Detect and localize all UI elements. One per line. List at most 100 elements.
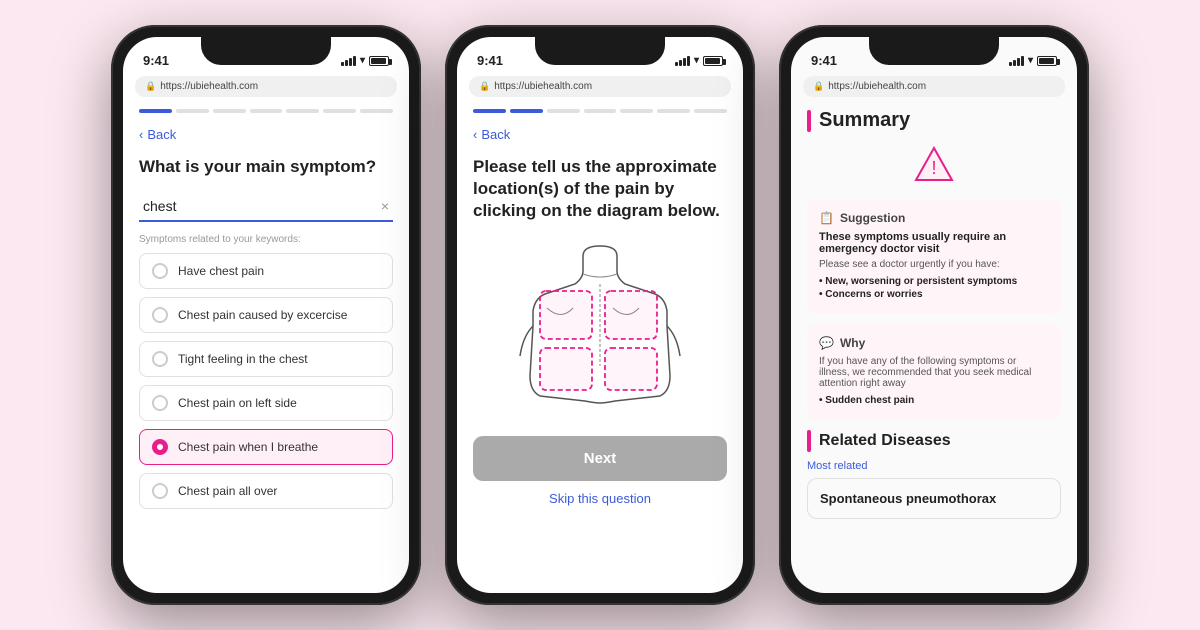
radio-left <box>152 395 168 411</box>
search-clear-1[interactable]: × <box>381 198 389 214</box>
prog-1-7 <box>360 109 393 113</box>
signal-icon-1 <box>341 56 356 66</box>
notch-3 <box>869 37 999 65</box>
option-tight-feeling[interactable]: Tight feeling in the chest <box>139 341 393 377</box>
prog-1-3 <box>213 109 246 113</box>
url-1: https://ubiehealth.com <box>160 81 258 92</box>
summary-title-text: Summary <box>819 109 910 132</box>
option-when-breathe[interactable]: Chest pain when I breathe <box>139 429 393 465</box>
screen-1-title: What is your main symptom? <box>139 156 393 178</box>
option-left-side[interactable]: Chest pain on left side <box>139 385 393 421</box>
suggestion-icon: 📋 <box>819 211 834 225</box>
disease-name-0: Spontaneous pneumothorax <box>820 491 996 506</box>
screen-2-title: Please tell us the approximate location(… <box>473 156 727 222</box>
lock-icon-3: 🔒 <box>813 81 824 92</box>
search-input-1[interactable]: chest <box>143 198 381 214</box>
battery-icon-1 <box>369 56 389 66</box>
suggestion-subtitle: These symptoms usually require an emerge… <box>819 231 1049 255</box>
option-label-5: Chest pain all over <box>178 484 277 498</box>
progress-bar-2 <box>473 109 727 113</box>
wifi-icon-1: ▾ <box>360 55 365 66</box>
related-diseases-title: Related Diseases <box>807 430 1061 452</box>
prog-1-2 <box>176 109 209 113</box>
suggestion-bullet-0: • New, worsening or persistent symptoms <box>819 276 1049 287</box>
phone-2: 9:41 ▾ 🔒 https://ubiehealth.com <box>445 25 755 605</box>
wifi-icon-2: ▾ <box>694 55 699 66</box>
why-bullet-0: • Sudden chest pain <box>819 395 1049 406</box>
back-label-1: Back <box>147 127 176 142</box>
skip-link[interactable]: Skip this question <box>473 491 727 506</box>
signal-icon-2 <box>675 56 690 66</box>
option-have-chest-pain[interactable]: Have chest pain <box>139 253 393 289</box>
title-bar-accent-2 <box>807 430 811 452</box>
notch-2 <box>535 37 665 65</box>
radio-all-over <box>152 483 168 499</box>
option-label-3: Chest pain on left side <box>178 396 297 410</box>
url-2: https://ubiehealth.com <box>494 81 592 92</box>
address-bar-1[interactable]: 🔒 https://ubiehealth.com <box>135 76 397 97</box>
radio-chest-exercise <box>152 307 168 323</box>
signal-icon-3 <box>1009 56 1024 66</box>
time-1: 9:41 <box>143 53 169 68</box>
prog-1-1 <box>139 109 172 113</box>
suggestion-card-title: 📋 Suggestion <box>819 211 1049 225</box>
warning-icon: ! <box>807 146 1061 189</box>
lock-icon-2: 🔒 <box>479 81 490 92</box>
back-chevron-1: ‹ <box>139 127 143 142</box>
next-button[interactable]: Next <box>473 436 727 481</box>
most-related-label: Most related <box>807 460 1061 472</box>
option-chest-pain-exercise[interactable]: Chest pain caused by excercise <box>139 297 393 333</box>
option-label-2: Tight feeling in the chest <box>178 352 308 366</box>
back-label-2: Back <box>481 127 510 142</box>
body-diagram-container[interactable] <box>473 236 727 426</box>
option-all-over[interactable]: Chest pain all over <box>139 473 393 509</box>
back-button-1[interactable]: ‹ Back <box>139 127 393 142</box>
suggestion-desc: Please see a doctor urgently if you have… <box>819 259 1049 270</box>
why-card-title: 💬 Why <box>819 336 1049 350</box>
notch-1 <box>201 37 331 65</box>
radio-tight <box>152 351 168 367</box>
back-chevron-2: ‹ <box>473 127 477 142</box>
disease-card-0[interactable]: Spontaneous pneumothorax <box>807 478 1061 519</box>
wifi-icon-3: ▾ <box>1028 55 1033 66</box>
search-box-1[interactable]: chest × <box>139 192 393 222</box>
option-label-4: Chest pain when I breathe <box>178 440 318 454</box>
why-card: 💬 Why If you have any of the following s… <box>807 324 1061 420</box>
url-3: https://ubiehealth.com <box>828 81 926 92</box>
time-2: 9:41 <box>477 53 503 68</box>
option-label-0: Have chest pain <box>178 264 264 278</box>
why-desc: If you have any of the following symptom… <box>819 356 1049 389</box>
body-diagram-svg[interactable] <box>505 236 695 426</box>
prog-2-3 <box>547 109 580 113</box>
suggestion-card: 📋 Suggestion These symptoms usually requ… <box>807 199 1061 314</box>
back-button-2[interactable]: ‹ Back <box>473 127 727 142</box>
prog-2-2 <box>510 109 543 113</box>
progress-bar-1 <box>139 109 393 113</box>
prog-1-4 <box>250 109 283 113</box>
prog-2-6 <box>657 109 690 113</box>
address-bar-2[interactable]: 🔒 https://ubiehealth.com <box>469 76 731 97</box>
phone-1: 9:41 ▾ 🔒 https://ubiehealth.com <box>111 25 421 605</box>
status-icons-1: ▾ <box>341 55 389 66</box>
screen-3-content: Summary ! 📋 Suggestion These symptoms us… <box>791 101 1077 569</box>
title-bar-accent <box>807 110 811 132</box>
time-3: 9:41 <box>811 53 837 68</box>
phone-3: 9:41 ▾ 🔒 https://ubiehealth.com <box>779 25 1089 605</box>
symptoms-label-1: Symptoms related to your keywords: <box>139 234 393 245</box>
status-icons-2: ▾ <box>675 55 723 66</box>
prog-2-1 <box>473 109 506 113</box>
prog-1-5 <box>286 109 319 113</box>
radio-breathe <box>152 439 168 455</box>
prog-2-5 <box>620 109 653 113</box>
svg-text:!: ! <box>931 158 936 178</box>
prog-2-7 <box>694 109 727 113</box>
why-icon: 💬 <box>819 336 834 350</box>
battery-icon-3 <box>1037 56 1057 66</box>
battery-icon-2 <box>703 56 723 66</box>
prog-1-6 <box>323 109 356 113</box>
screen-1-content: ‹ Back What is your main symptom? chest … <box>123 101 409 567</box>
prog-2-4 <box>584 109 617 113</box>
status-icons-3: ▾ <box>1009 55 1057 66</box>
lock-icon-1: 🔒 <box>145 81 156 92</box>
address-bar-3[interactable]: 🔒 https://ubiehealth.com <box>803 76 1065 97</box>
